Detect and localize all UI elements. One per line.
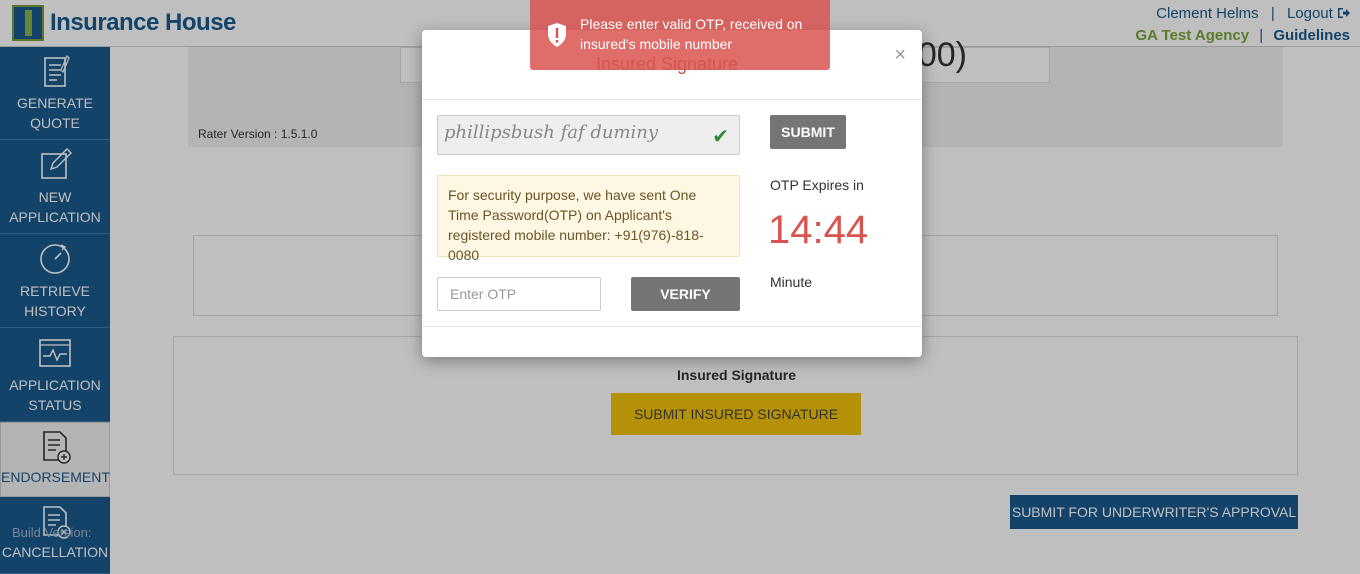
modal-footer-divider xyxy=(422,326,922,327)
signature-text: phillipsbush faf duminy xyxy=(444,122,659,143)
signature-field[interactable]: phillipsbush faf duminy ✔ xyxy=(437,115,740,155)
close-icon[interactable]: × xyxy=(894,44,906,67)
toast-message: Please enter valid OTP, received on insu… xyxy=(580,16,803,52)
shield-alert-icon xyxy=(548,23,566,47)
otp-input[interactable] xyxy=(437,277,601,311)
otp-timer: 14:44 xyxy=(768,208,869,252)
otp-signature-modal: Insured Signature × phillipsbush faf dum… xyxy=(422,30,922,357)
submit-button[interactable]: SUBMIT xyxy=(770,115,846,149)
verify-button[interactable]: VERIFY xyxy=(631,277,740,311)
minute-label: Minute xyxy=(770,274,813,290)
error-toast[interactable]: Please enter valid OTP, received on insu… xyxy=(530,0,830,70)
otp-info-message: For security purpose, we have sent One T… xyxy=(437,175,740,263)
checkmark-icon: ✔ xyxy=(712,126,729,148)
otp-expires-label: OTP Expires in xyxy=(770,177,864,193)
